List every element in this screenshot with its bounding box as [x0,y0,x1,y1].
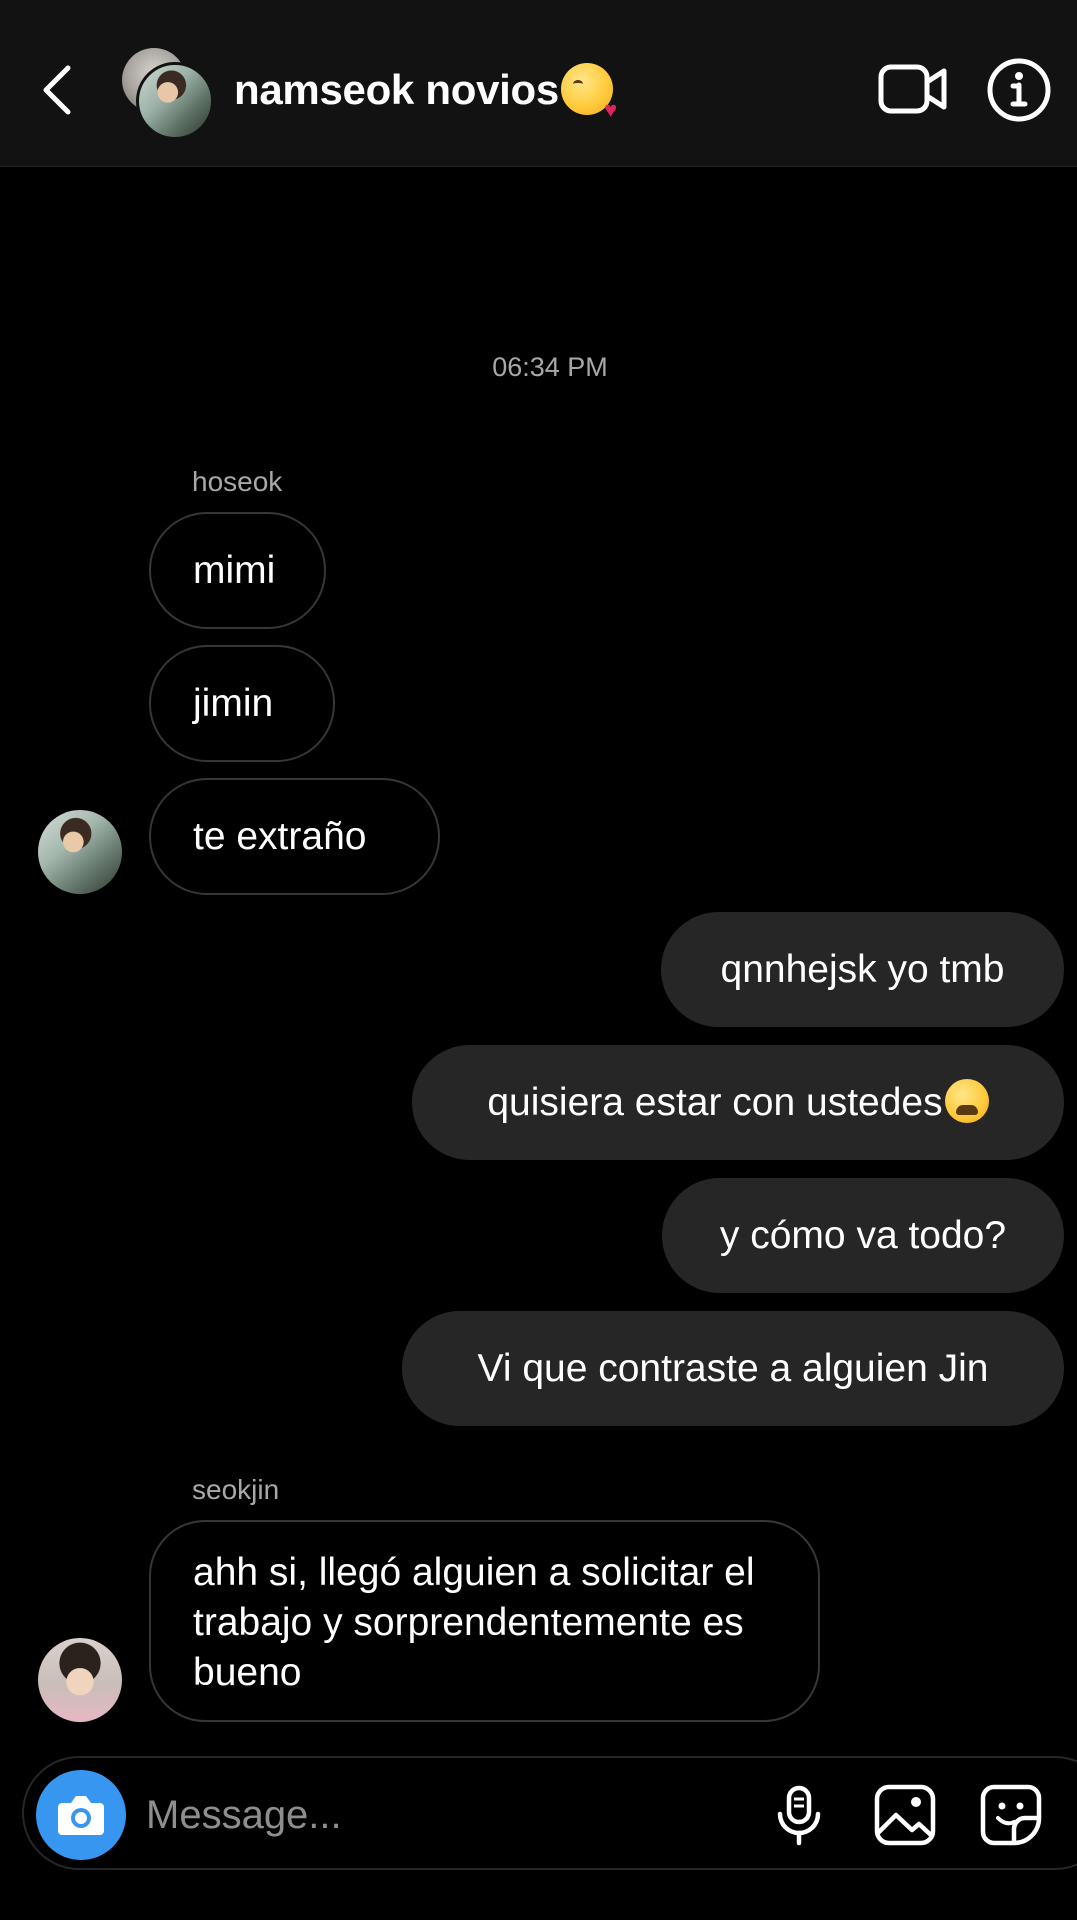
group-avatar[interactable] [120,46,214,140]
sticker-icon[interactable] [978,1782,1044,1848]
message-composer [22,1756,1077,1870]
sender-avatar-hoseok[interactable] [38,810,122,894]
message-text: te extraño [193,814,367,858]
message-text: jimin [193,681,274,725]
message-text: Vi que contraste a alguien Jin [477,1346,989,1390]
incoming-message-bubble[interactable]: mimi [149,512,326,629]
incoming-message-bubble[interactable]: jimin [149,645,335,762]
kissing-face-heart-emoji-icon [560,62,617,121]
sender-avatar-seokjin[interactable] [38,1638,122,1722]
message-text: quisiera estar con ustedes [487,1080,943,1124]
message-input[interactable] [144,1784,648,1846]
message-timestamp: 06:34 PM [492,352,608,382]
outgoing-message-bubble[interactable]: Vi que contraste a alguien Jin [402,1311,1064,1426]
outgoing-message-bubble[interactable]: qnnhejsk yo tmb [661,912,1064,1027]
incoming-message-bubble[interactable]: ahh si, llegó alguien a solicitar el tra… [149,1520,820,1722]
sender-name-hoseok: hoseok [192,466,283,497]
message-text: ahh si, llegó alguien a solicitar el tra… [193,1551,755,1694]
gallery-icon[interactable] [872,1782,938,1848]
sender-name-seokjin: seokjin [192,1474,280,1505]
outgoing-message-bubble[interactable]: y cómo va todo? [662,1178,1064,1293]
chat-title-text: namseok novios [234,66,559,113]
chevron-left-icon[interactable] [38,62,78,118]
tired-face-emoji-icon [944,1078,989,1123]
chat-header: namseok novios [0,0,1077,167]
camera-icon [58,1796,104,1835]
incoming-message-bubble[interactable]: te extraño [149,778,440,895]
avatar-front [136,62,214,140]
info-icon[interactable] [986,57,1052,123]
microphone-icon[interactable] [766,1782,832,1848]
chat-title[interactable]: namseok novios [234,62,617,121]
message-text: qnnhejsk yo tmb [720,947,1005,991]
video-call-icon[interactable] [878,62,948,116]
message-text: y cómo va todo? [719,1213,1007,1257]
message-text: mimi [193,548,276,592]
outgoing-message-bubble[interactable]: quisiera estar con ustedes [412,1045,1064,1160]
camera-button[interactable] [36,1770,126,1860]
